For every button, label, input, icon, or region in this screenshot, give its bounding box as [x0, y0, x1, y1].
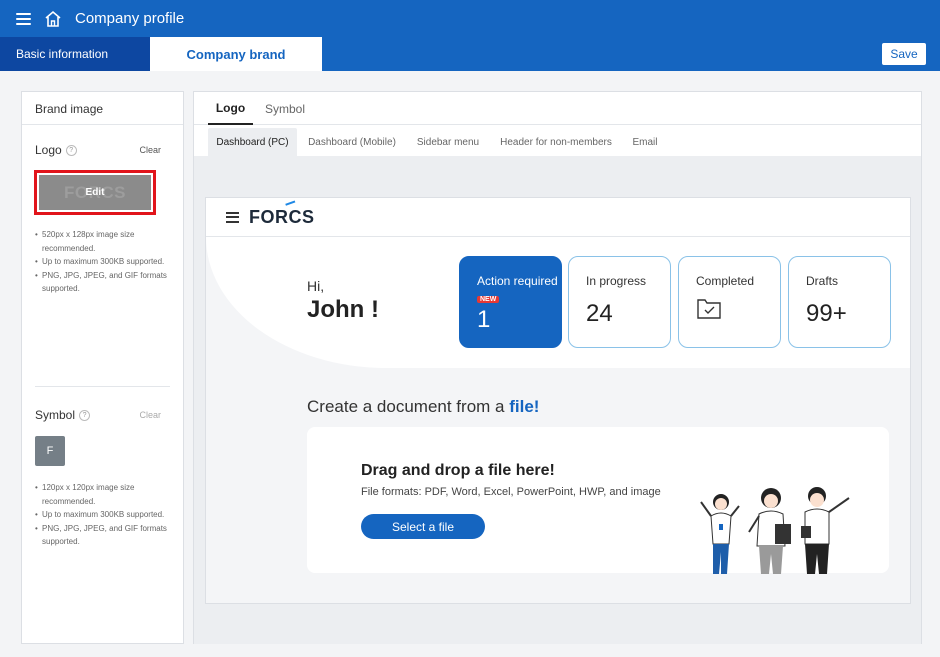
hamburger-menu-icon	[226, 211, 239, 223]
logo-clear-button[interactable]: Clear	[139, 145, 161, 155]
tab-dashboard-pc[interactable]: Dashboard (PC)	[208, 128, 297, 156]
logo-section-header: Logo ? Clear	[22, 143, 183, 157]
logo-upload-box[interactable]: FORCS Edit	[34, 170, 156, 215]
create-title-prefix: Create a document from a	[307, 397, 510, 416]
stat-label: In progress	[586, 274, 647, 288]
new-badge: NEW	[477, 296, 500, 303]
stat-card-completed[interactable]: Completed	[678, 256, 781, 348]
create-document-title: Create a document from a file!	[307, 397, 539, 417]
file-drop-zone[interactable]: Drag and drop a file here! File formats:…	[307, 427, 889, 574]
tab-logo[interactable]: Logo	[208, 92, 253, 125]
greeting-hi: Hi,	[307, 278, 325, 294]
help-icon[interactable]: ?	[79, 409, 91, 421]
tab-symbol[interactable]: Symbol	[262, 92, 308, 125]
symbol-label-text: Symbol	[35, 408, 76, 422]
symbol-label: Symbol ?	[35, 408, 91, 422]
note-item: 520px x 128px image size recommended.	[35, 228, 171, 255]
image-type-tabs: Logo Symbol	[194, 92, 921, 125]
tab-email[interactable]: Email	[628, 128, 662, 156]
note-item: Up to maximum 300KB supported.	[35, 508, 171, 522]
stat-card-in-progress[interactable]: In progress 24	[568, 256, 671, 348]
tab-header-non-members[interactable]: Header for non-members	[494, 128, 618, 156]
logo-edit-button[interactable]: Edit	[86, 187, 105, 198]
stat-value: 24	[586, 300, 613, 327]
drop-title: Drag and drop a file here!	[361, 462, 555, 479]
preview-header: FORCS	[206, 198, 910, 237]
home-icon[interactable]	[43, 9, 63, 29]
symbol-clear-button[interactable]: Clear	[139, 410, 161, 420]
note-item: Up to maximum 300KB supported.	[35, 255, 171, 269]
dashboard-preview: FORCS Hi, John ! Action required NEW 1 I…	[205, 197, 911, 604]
logo-preview[interactable]: FORCS Edit	[39, 175, 151, 210]
preview-area: FORCS Hi, John ! Action required NEW 1 I…	[194, 156, 921, 644]
panel-title: Brand image	[22, 92, 183, 125]
note-item: 120px x 120px image size recommended.	[35, 481, 171, 508]
select-file-button[interactable]: Select a file	[361, 514, 485, 539]
stat-label: Drafts	[806, 274, 839, 288]
profile-tabs: Basic information Company brand Save	[0, 37, 940, 71]
logo-notes: 520px x 128px image size recommended. Up…	[22, 228, 183, 296]
tab-basic-information[interactable]: Basic information	[0, 37, 150, 71]
logo-label: Logo ?	[35, 143, 77, 157]
brand-preview-panel: Logo Symbol Dashboard (PC) Dashboard (Mo…	[193, 91, 922, 644]
symbol-notes: 120px x 120px image size recommended. Up…	[22, 481, 183, 549]
stat-card-drafts[interactable]: Drafts 99+	[788, 256, 891, 348]
help-icon[interactable]: ?	[65, 144, 77, 156]
tab-company-brand[interactable]: Company brand	[150, 37, 322, 71]
stat-label: Completed	[696, 274, 755, 288]
save-button[interactable]: Save	[881, 42, 927, 66]
preview-logo-text: FORCS	[249, 206, 315, 227]
divider	[35, 386, 170, 387]
preview-logo: FORCS	[249, 199, 315, 228]
stat-value: 99+	[806, 300, 847, 327]
page-title: Company profile	[75, 10, 185, 27]
brand-image-panel: Brand image Logo ? Clear FORCS Edit 520p…	[21, 91, 184, 644]
tab-dashboard-mobile[interactable]: Dashboard (Mobile)	[303, 128, 401, 156]
create-title-highlight: file!	[509, 397, 540, 416]
symbol-preview[interactable]: F	[35, 436, 65, 466]
tab-sidebar-menu[interactable]: Sidebar menu	[411, 128, 485, 156]
stat-card-action-required[interactable]: Action required NEW 1	[459, 256, 562, 348]
completed-folder-icon	[697, 299, 721, 319]
note-item: PNG, JPG, JPEG, and GIF formats supporte…	[35, 522, 171, 549]
logo-label-text: Logo	[35, 143, 62, 157]
people-illustration-icon	[700, 487, 850, 574]
symbol-section-header: Symbol ? Clear	[22, 408, 183, 422]
stat-label: Action required	[477, 274, 558, 288]
hamburger-menu-icon[interactable]	[16, 12, 31, 25]
drop-formats: File formats: PDF, Word, Excel, PowerPoi…	[361, 486, 661, 498]
preview-target-tabs: Dashboard (PC) Dashboard (Mobile) Sideba…	[194, 125, 921, 156]
greeting-name: John !	[307, 296, 379, 323]
note-item: PNG, JPG, JPEG, and GIF formats supporte…	[35, 269, 171, 296]
app-header: Company profile	[0, 0, 940, 37]
stat-value: 1	[477, 306, 491, 333]
